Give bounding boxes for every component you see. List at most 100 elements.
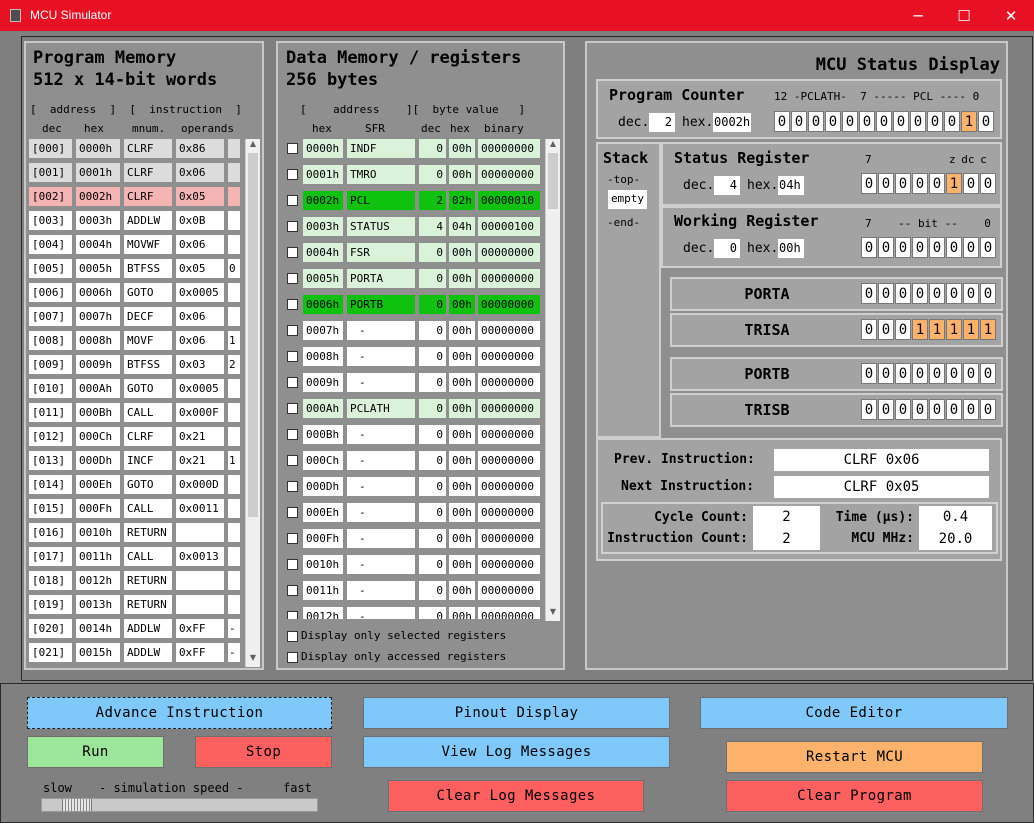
bit-cell[interactable]: 1	[929, 319, 945, 340]
register-select-checkbox[interactable]	[287, 195, 298, 206]
data-memory-row[interactable]: 0002h PCL 2 02h 00000010	[278, 191, 546, 211]
program-memory-row[interactable]: [016] 0010h RETURN	[26, 523, 246, 543]
bit-cell[interactable]: 0	[808, 111, 824, 132]
display-accessed-checkbox[interactable]	[287, 652, 298, 663]
program-memory-row[interactable]: [001] 0001h CLRF 0x06	[26, 163, 246, 183]
program-memory-row[interactable]: [005] 0005h BTFSS 0x05 0	[26, 259, 246, 279]
program-memory-row[interactable]: [014] 000Eh GOTO 0x000D	[26, 475, 246, 495]
register-select-checkbox[interactable]	[287, 507, 298, 518]
clear-program-button[interactable]: Clear Program	[726, 780, 983, 812]
view-log-messages-button[interactable]: View Log Messages	[363, 736, 670, 768]
bit-cell[interactable]: 0	[861, 283, 877, 304]
bit-cell[interactable]: 0	[895, 283, 911, 304]
speed-slider-thumb[interactable]	[62, 799, 92, 811]
bit-cell[interactable]: 0	[912, 283, 928, 304]
register-select-checkbox[interactable]	[287, 533, 298, 544]
bit-cell[interactable]: 0	[963, 237, 979, 258]
scroll-thumb[interactable]	[548, 153, 558, 209]
register-select-checkbox[interactable]	[287, 143, 298, 154]
bit-cell[interactable]: 0	[895, 319, 911, 340]
bit-cell[interactable]: 0	[929, 399, 945, 420]
bit-cell[interactable]: 1	[946, 173, 962, 194]
program-memory-row[interactable]: [018] 0012h RETURN	[26, 571, 246, 591]
scroll-thumb[interactable]	[248, 153, 258, 517]
register-select-checkbox[interactable]	[287, 429, 298, 440]
register-select-checkbox[interactable]	[287, 585, 298, 596]
data-memory-row[interactable]: 0008h -0 00h 00000000	[278, 347, 546, 367]
data-memory-row[interactable]: 000Bh -0 00h 00000000	[278, 425, 546, 445]
bit-cell[interactable]: 0	[861, 319, 877, 340]
bit-cell[interactable]: 0	[946, 399, 962, 420]
bit-cell[interactable]: 0	[859, 111, 875, 132]
bit-cell[interactable]: 1	[963, 319, 979, 340]
data-memory-row[interactable]: 000Ah PCLATH 0 00h 00000000	[278, 399, 546, 419]
data-memory-scrollbar[interactable]: ▲ ▼	[545, 139, 560, 621]
program-memory-row[interactable]: [004] 0004h MOVWF 0x06	[26, 235, 246, 255]
advance-instruction-button[interactable]: Advance Instruction	[27, 697, 332, 729]
pc-dec-field[interactable]: 2	[649, 113, 675, 132]
register-select-checkbox[interactable]	[287, 611, 298, 619]
bit-cell[interactable]: 0	[878, 283, 894, 304]
close-button[interactable]: ✕	[988, 0, 1034, 31]
bit-cell[interactable]: 0	[895, 363, 911, 384]
bit-cell[interactable]: 0	[929, 237, 945, 258]
program-memory-row[interactable]: [002] 0002h CLRF 0x05	[26, 187, 246, 207]
program-memory-row[interactable]: [000] 0000h CLRF 0x86	[26, 139, 246, 159]
data-memory-row[interactable]: 0007h -0 00h 00000000	[278, 321, 546, 341]
bit-cell[interactable]: 0	[946, 363, 962, 384]
bit-cell[interactable]: 1	[946, 319, 962, 340]
program-memory-row[interactable]: [009] 0009h BTFSS 0x03 2	[26, 355, 246, 375]
bit-cell[interactable]: 0	[791, 111, 807, 132]
bit-cell[interactable]: 0	[963, 399, 979, 420]
bit-cell[interactable]: 1	[980, 319, 996, 340]
bit-cell[interactable]: 0	[980, 363, 996, 384]
data-memory-row[interactable]: 0004h FSR 0 00h 00000000	[278, 243, 546, 263]
register-select-checkbox[interactable]	[287, 247, 298, 258]
clear-log-messages-button[interactable]: Clear Log Messages	[388, 780, 644, 812]
bit-cell[interactable]: 0	[980, 173, 996, 194]
register-select-checkbox[interactable]	[287, 403, 298, 414]
bit-cell[interactable]: 0	[927, 111, 943, 132]
bit-cell[interactable]: 0	[893, 111, 909, 132]
bit-cell[interactable]: 0	[878, 237, 894, 258]
bit-cell[interactable]: 0	[878, 363, 894, 384]
bit-cell[interactable]: 0	[978, 111, 994, 132]
bit-cell[interactable]: 0	[878, 173, 894, 194]
program-memory-scrollbar[interactable]: ▲ ▼	[245, 139, 260, 667]
register-select-checkbox[interactable]	[287, 273, 298, 284]
bit-cell[interactable]: 0	[946, 237, 962, 258]
sr-dec-field[interactable]: 4	[714, 176, 740, 195]
bit-cell[interactable]: 0	[876, 111, 892, 132]
program-memory-row[interactable]: [021] 0015h ADDLW 0xFF -	[26, 643, 246, 663]
bit-cell[interactable]: 0	[912, 363, 928, 384]
data-memory-row[interactable]: 0011h -0 00h 00000000	[278, 581, 546, 601]
register-select-checkbox[interactable]	[287, 169, 298, 180]
scroll-down-arrow-icon[interactable]: ▼	[246, 653, 260, 667]
register-select-checkbox[interactable]	[287, 481, 298, 492]
program-memory-row[interactable]: [007] 0007h DECF 0x06	[26, 307, 246, 327]
data-memory-row[interactable]: 000Eh -0 00h 00000000	[278, 503, 546, 523]
pc-hex-field[interactable]: 0002h	[713, 113, 751, 132]
data-memory-row[interactable]: 0000h INDF 0 00h 00000000	[278, 139, 546, 159]
program-memory-row[interactable]: [012] 000Ch CLRF 0x21	[26, 427, 246, 447]
sr-hex-field[interactable]: 04h	[778, 176, 804, 195]
mcu-mhz-value[interactable]: 20.0	[919, 528, 992, 550]
bit-cell[interactable]: 0	[895, 173, 911, 194]
wr-dec-field[interactable]: 0	[714, 239, 740, 258]
bit-cell[interactable]: 0	[842, 111, 858, 132]
bit-cell[interactable]: 1	[961, 111, 977, 132]
bit-cell[interactable]: 0	[929, 173, 945, 194]
register-select-checkbox[interactable]	[287, 559, 298, 570]
bit-cell[interactable]: 0	[895, 237, 911, 258]
display-selected-checkbox[interactable]	[287, 631, 298, 642]
run-button[interactable]: Run	[27, 736, 164, 768]
bit-cell[interactable]: 0	[963, 363, 979, 384]
register-select-checkbox[interactable]	[287, 221, 298, 232]
data-memory-row[interactable]: 000Dh -0 00h 00000000	[278, 477, 546, 497]
register-select-checkbox[interactable]	[287, 299, 298, 310]
bit-cell[interactable]: 0	[912, 237, 928, 258]
scroll-up-arrow-icon[interactable]: ▲	[246, 139, 260, 153]
bit-cell[interactable]: 0	[825, 111, 841, 132]
scroll-down-arrow-icon[interactable]: ▼	[546, 607, 560, 621]
bit-cell[interactable]: 0	[878, 399, 894, 420]
